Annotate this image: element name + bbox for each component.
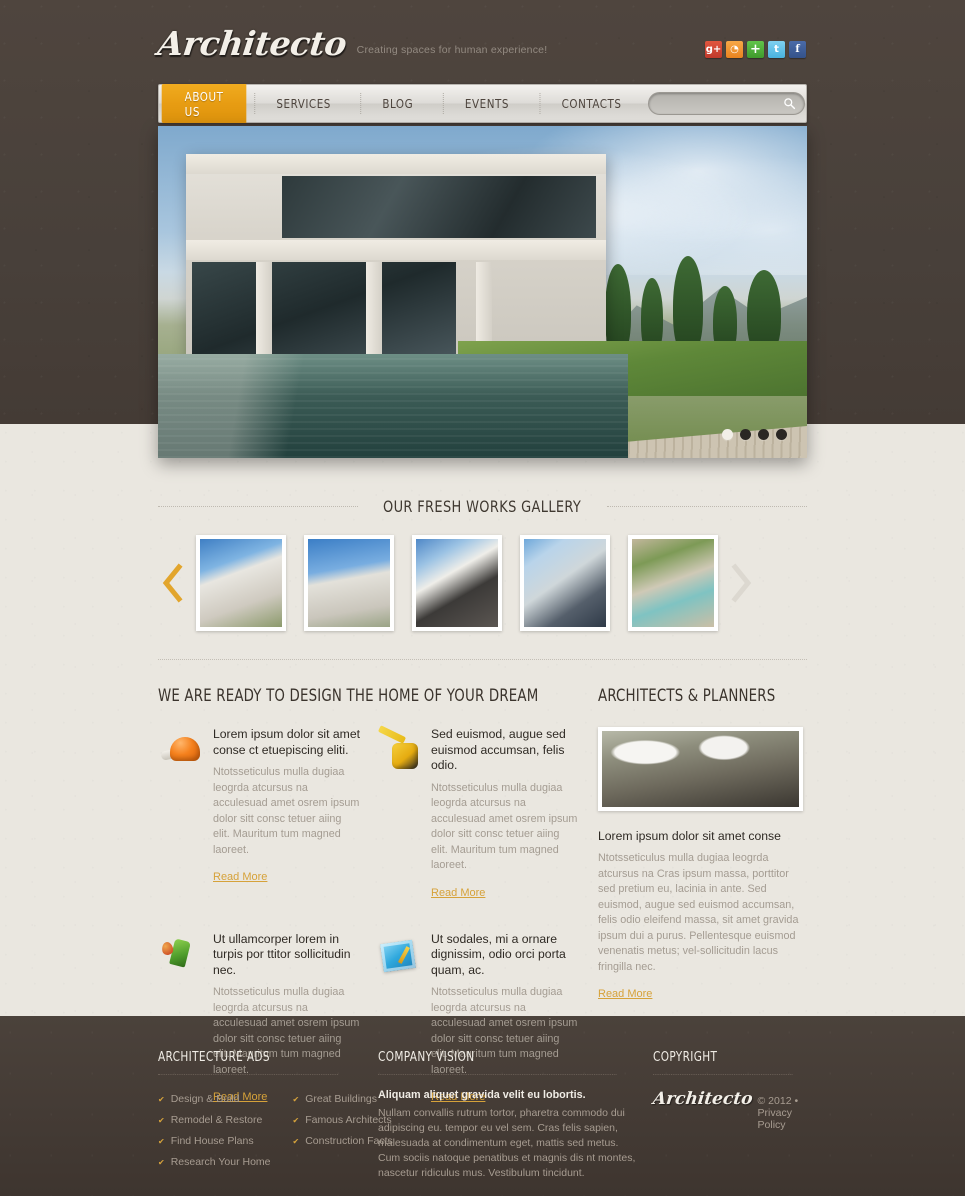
gallery-heading: OUR FRESH WORKS GALLERY [383, 497, 582, 516]
social-links: g+ ◔ + t f [705, 41, 806, 58]
read-more-link[interactable]: Read More [431, 887, 485, 899]
slider-dot-2[interactable] [740, 429, 751, 440]
architects-card-text: Ntotsseticulus mulla dugiaa leogrda atcu… [598, 852, 799, 973]
gallery-thumb-5[interactable] [628, 535, 718, 631]
search-input[interactable] [658, 93, 783, 114]
footer-ads-list-1: Design & Build Remodel & Restore Find Ho… [158, 1089, 271, 1173]
footer-link[interactable]: Research Your Home [158, 1152, 271, 1173]
read-more-link[interactable]: Read More [213, 871, 267, 883]
feature-title: Ut sodales, mi a ornare dignissim, odio … [431, 931, 566, 977]
nav-item-about-us[interactable]: ABOUT US [161, 84, 247, 123]
works-gallery-carousel [158, 529, 807, 637]
feature-title: Lorem ipsum dolor sit amet conse ct etue… [213, 727, 360, 757]
google-plus-icon[interactable]: g+ [705, 41, 722, 58]
footer-vision-heading: COMPANY VISION [378, 1050, 617, 1075]
nav-item-events[interactable]: EVENTS [442, 85, 531, 122]
features-heading: WE ARE READY TO DESIGN THE HOME OF YOUR … [158, 686, 539, 705]
footer-link[interactable]: Remodel & Restore [158, 1110, 271, 1131]
helmet-icon [158, 727, 204, 775]
hero-pool [158, 354, 628, 458]
feature-text: Ntotsseticulus mulla dugiaa leogrda atcu… [431, 781, 578, 872]
feature-title: Ut ullamcorper lorem in turpis por ttito… [213, 931, 351, 977]
footer-ads-heading: ARCHITECTURE ADS [158, 1050, 338, 1075]
search-area [648, 85, 812, 122]
footer-link[interactable]: Find House Plans [158, 1131, 271, 1152]
site-logo[interactable]: Architecto [156, 24, 349, 63]
tape-measure-icon [376, 727, 422, 775]
share-icon[interactable]: + [747, 41, 764, 58]
hero-building [186, 154, 606, 359]
footer-link[interactable]: Design & Build [158, 1089, 271, 1110]
section-divider [158, 659, 807, 660]
nav-item-services[interactable]: SERVICES [254, 85, 353, 122]
rss-icon[interactable]: ◔ [726, 41, 743, 58]
gallery-thumb-1[interactable] [196, 535, 286, 631]
architects-photo [598, 727, 803, 811]
gallery-next-arrow[interactable] [726, 560, 756, 606]
main-navigation: ABOUT US SERVICES BLOG EVENTS CONTACTS [158, 84, 807, 123]
gallery-thumbs [196, 535, 718, 631]
footer-copyright-heading: COPYRIGHT [653, 1050, 793, 1075]
feature-item: Lorem ipsum dolor sit amet conse ct etue… [158, 727, 360, 901]
footer-ads-column: ARCHITECTURE ADS Design & Build Remodel … [158, 1050, 393, 1173]
architects-card-title: Lorem ipsum dolor sit amet conse [598, 829, 781, 843]
slider-dot-4[interactable] [776, 429, 787, 440]
divider-right [606, 506, 807, 507]
feature-title: Sed euismod, augue sed euismod accumsan,… [431, 727, 566, 772]
feature-item: Sed euismod, augue sed euismod accumsan,… [376, 727, 578, 901]
footer-logo: Architecto [651, 1089, 754, 1109]
hero-slider[interactable] [158, 126, 807, 458]
copyright-text[interactable]: © 2012 • Privacy Policy [758, 1095, 808, 1131]
read-more-link[interactable]: Read More [598, 988, 652, 1000]
architects-column: ARCHITECTS & PLANNERS Lorem ipsum dolor … [598, 686, 807, 1002]
architects-heading: ARCHITECTS & PLANNERS [598, 686, 776, 705]
facebook-icon[interactable]: f [789, 41, 806, 58]
slider-dot-3[interactable] [758, 429, 769, 440]
features-column: WE ARE READY TO DESIGN THE HOME OF YOUR … [158, 686, 578, 1105]
vision-lead-text: Aliquam aliquet gravida velit eu loborti… [378, 1089, 586, 1101]
footer-vision-column: COMPANY VISION Aliquam aliquet gravida v… [378, 1050, 643, 1181]
nav-item-blog[interactable]: BLOG [360, 85, 436, 122]
gallery-prev-arrow[interactable] [158, 560, 188, 606]
twitter-icon[interactable]: t [768, 41, 785, 58]
gallery-thumb-3[interactable] [412, 535, 502, 631]
vision-body-text: Nullam convallis rutrum tortor, pharetra… [378, 1107, 636, 1179]
slider-pagination [722, 429, 787, 440]
gallery-thumb-4[interactable] [520, 535, 610, 631]
site-tagline: Creating spaces for human experience! [356, 44, 548, 56]
footer-copyright-column: COPYRIGHT Architecto © 2012 • Privacy Po… [651, 1050, 808, 1131]
fuel-nozzle-icon [158, 932, 204, 980]
feature-text: Ntotsseticulus mulla dugiaa leogrda atcu… [213, 766, 360, 856]
gallery-thumb-2[interactable] [304, 535, 394, 631]
divider-left [158, 506, 359, 507]
blueprint-icon [376, 932, 422, 980]
features-grid: Lorem ipsum dolor sit amet conse ct etue… [158, 727, 578, 1105]
search-box[interactable] [648, 92, 805, 115]
slider-dot-1[interactable] [722, 429, 733, 440]
nav-item-contacts[interactable]: CONTACTS [539, 85, 643, 122]
hero-trees [597, 246, 797, 356]
gallery-heading-row: OUR FRESH WORKS GALLERY [158, 497, 807, 516]
search-icon[interactable] [783, 97, 796, 110]
